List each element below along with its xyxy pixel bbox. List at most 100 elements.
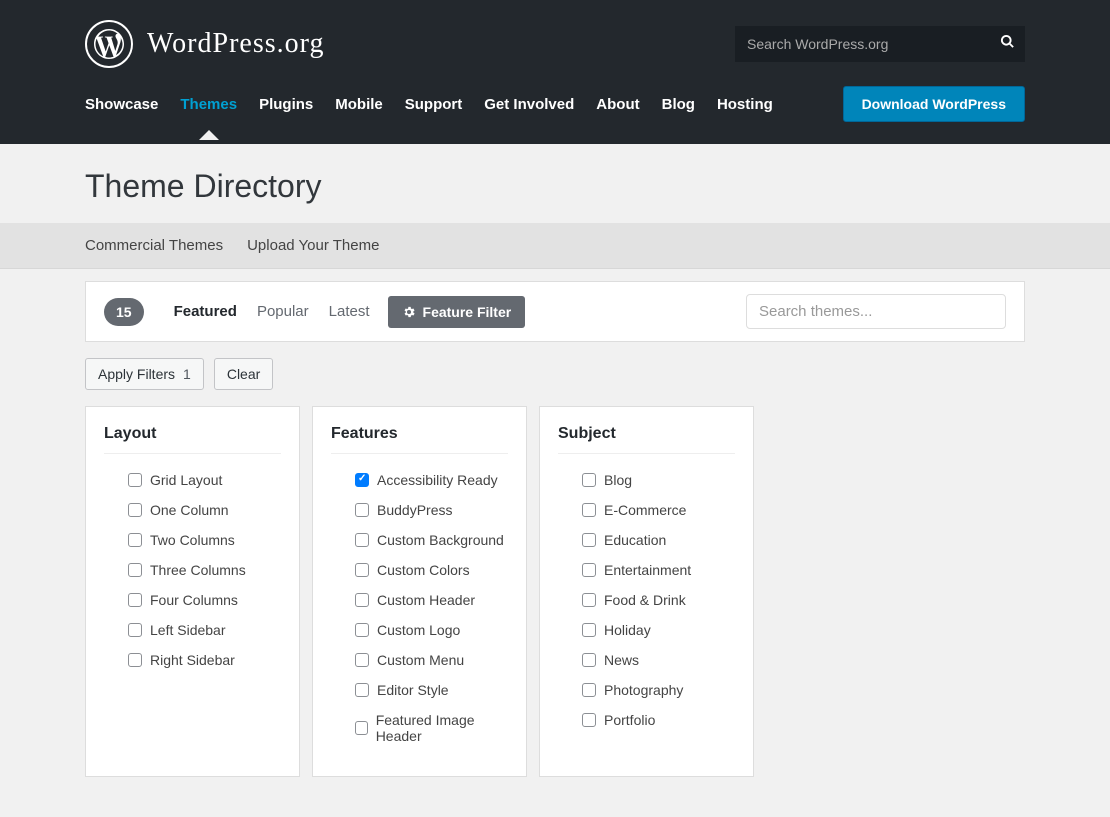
nav-item-showcase[interactable]: Showcase [85,96,158,113]
filter-checkbox[interactable] [128,563,142,577]
nav-item-about[interactable]: About [596,96,639,113]
filter-checkbox[interactable] [355,683,369,697]
filter-option[interactable]: Left Sidebar [128,622,281,638]
filter-option[interactable]: Two Columns [128,532,281,548]
global-search [735,26,1025,62]
filter-checkbox[interactable] [355,653,369,667]
filter-label: Custom Menu [377,652,464,668]
page-title-section: Theme Directory [0,144,1110,223]
filter-label: Featured Image Header [376,712,508,744]
subnav-commercial-themes[interactable]: Commercial Themes [85,237,223,254]
filter-checkbox[interactable] [582,563,596,577]
nav-item-blog[interactable]: Blog [662,96,695,113]
filter-checkbox[interactable] [128,593,142,607]
filter-option[interactable]: Custom Logo [355,622,508,638]
wordpress-logo-icon [85,20,133,68]
filter-label: Accessibility Ready [377,472,498,488]
apply-filters-button[interactable]: Apply Filters 1 [85,358,204,390]
filter-option[interactable]: Four Columns [128,592,281,608]
filter-group-title: Features [331,425,508,454]
filter-option[interactable]: News [582,652,735,668]
filter-checkbox[interactable] [582,473,596,487]
filter-option[interactable]: Grid Layout [128,472,281,488]
filter-checkbox[interactable] [355,563,369,577]
filter-label: Entertainment [604,562,691,578]
search-icon[interactable] [1000,34,1015,54]
filter-label: Blog [604,472,632,488]
filter-checkbox[interactable] [128,623,142,637]
filter-option[interactable]: Custom Header [355,592,508,608]
nav-item-mobile[interactable]: Mobile [335,96,383,113]
filter-checkbox[interactable] [355,721,368,735]
filter-checkbox[interactable] [355,473,369,487]
filter-checkbox[interactable] [355,593,369,607]
filter-group-title: Layout [104,425,281,454]
filter-group-subject: Subject Blog E-Commerce Education Entertainm… [539,406,754,777]
filter-checkbox[interactable] [128,653,142,667]
filter-option[interactable]: Editor Style [355,682,508,698]
filter-option[interactable]: Custom Background [355,532,508,548]
nav-item-get-involved[interactable]: Get Involved [484,96,574,113]
tab-latest[interactable]: Latest [329,303,370,320]
filter-checkbox[interactable] [128,503,142,517]
filter-option[interactable]: Custom Menu [355,652,508,668]
gear-icon [402,305,416,319]
filter-checkbox[interactable] [582,503,596,517]
filter-label: Grid Layout [150,472,222,488]
filter-group-features: Features Accessibility Ready BuddyPress Cus… [312,406,527,777]
filter-option[interactable]: Photography [582,682,735,698]
tab-popular[interactable]: Popular [257,303,309,320]
filter-header: 15 FeaturedPopularLatest Feature Filter [85,281,1025,342]
filter-option[interactable]: Education [582,532,735,548]
filter-checkbox[interactable] [355,503,369,517]
filter-option[interactable]: Custom Colors [355,562,508,578]
filter-checkbox[interactable] [582,623,596,637]
filter-option[interactable]: Three Columns [128,562,281,578]
filter-option[interactable]: One Column [128,502,281,518]
theme-search-input[interactable] [746,294,1006,329]
nav-item-themes[interactable]: Themes [180,96,237,113]
filter-checkbox[interactable] [582,653,596,667]
filter-group-title: Subject [558,425,735,454]
filter-checkbox[interactable] [355,533,369,547]
filter-actions: Apply Filters 1 Clear [85,358,1025,390]
filter-label: Custom Logo [377,622,460,638]
filter-checkbox[interactable] [582,533,596,547]
filter-label: Education [604,532,666,548]
filter-option[interactable]: Accessibility Ready [355,472,508,488]
download-wordpress-button[interactable]: Download WordPress [843,86,1025,122]
nav-item-plugins[interactable]: Plugins [259,96,313,113]
nav-item-support[interactable]: Support [405,96,463,113]
clear-filters-button[interactable]: Clear [214,358,273,390]
global-search-input[interactable] [735,26,1025,62]
filter-checkbox[interactable] [582,713,596,727]
subnav-upload-your-theme[interactable]: Upload Your Theme [247,237,379,254]
filter-option[interactable]: Food & Drink [582,592,735,608]
filter-checkbox[interactable] [582,593,596,607]
filter-checkbox[interactable] [355,623,369,637]
filter-option[interactable]: Blog [582,472,735,488]
feature-filter-button[interactable]: Feature Filter [388,296,526,328]
filter-option[interactable]: Right Sidebar [128,652,281,668]
filter-checkbox[interactable] [128,533,142,547]
filter-label: Custom Header [377,592,475,608]
logo[interactable]: WordPress.org [85,20,324,68]
filter-option[interactable]: Holiday [582,622,735,638]
filter-option[interactable]: E-Commerce [582,502,735,518]
filter-label: Food & Drink [604,592,686,608]
filter-option[interactable]: Portfolio [582,712,735,728]
filter-option[interactable]: Entertainment [582,562,735,578]
filter-option[interactable]: BuddyPress [355,502,508,518]
tab-featured[interactable]: Featured [174,303,237,320]
filter-label: Holiday [604,622,651,638]
main-nav: Showcase Themes Plugins Mobile Support Get In… [85,96,773,113]
page-title: Theme Directory [85,168,1025,205]
filter-label: Two Columns [150,532,235,548]
filter-checkbox[interactable] [582,683,596,697]
filter-option[interactable]: Featured Image Header [355,712,508,744]
filter-columns: Layout Grid Layout One Column Two Columns Th… [85,406,1025,777]
filter-label: One Column [150,502,229,518]
filter-checkbox[interactable] [128,473,142,487]
filter-label: Custom Background [377,532,504,548]
nav-item-hosting[interactable]: Hosting [717,96,773,113]
